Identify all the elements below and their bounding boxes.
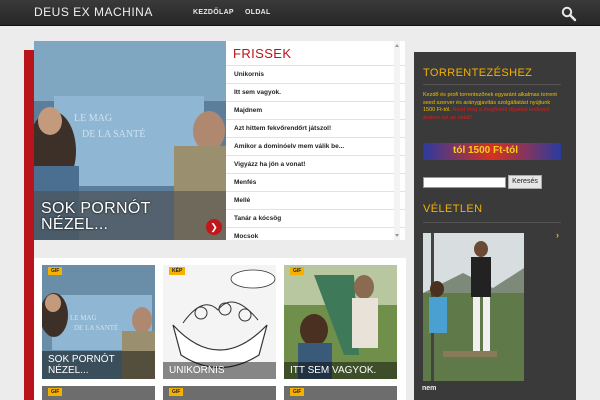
chevron-right-icon[interactable]: › [556, 230, 559, 240]
random-post-image[interactable] [423, 233, 524, 381]
card-badge: GIF [48, 267, 63, 275]
list-item[interactable]: Tanár a kócsög [226, 209, 405, 227]
list-item[interactable]: Menfés [226, 173, 405, 191]
search-input[interactable] [423, 177, 506, 188]
post-card[interactable]: GIF [42, 386, 155, 400]
post-card[interactable]: KÉP UNIKORNIS [163, 265, 276, 379]
search-button[interactable]: Keresés [508, 175, 542, 189]
svg-text:DE LA SANTÉ: DE LA SANTÉ [82, 128, 145, 140]
post-card[interactable]: GIF [163, 386, 276, 400]
random-caption[interactable]: nem [422, 385, 436, 392]
divider [423, 222, 561, 223]
nav-page[interactable]: OLDAL [245, 9, 271, 16]
list-item[interactable]: Mocsok [226, 227, 405, 240]
card-badge: GIF [48, 388, 63, 396]
list-item[interactable]: Mellé [226, 191, 405, 209]
torrent-widget-title: TORRENTEZÉSHEZ [423, 67, 533, 79]
accent-stripe [24, 50, 34, 400]
card-badge: KÉP [169, 267, 186, 275]
random-thumbnail [423, 233, 524, 381]
promo-text: Kezdő és profi torrentezőnek egyaránt al… [423, 92, 563, 122]
scroll-down-icon[interactable] [395, 234, 399, 237]
featured-next-button[interactable]: ❯ [206, 219, 222, 235]
card-badge: GIF [290, 267, 305, 275]
post-card[interactable]: LE MAG DE LA SANTÉ GIF SOK PORNÓT NÉZEL.… [42, 265, 155, 379]
latest-heading: FRISSEK [233, 46, 292, 61]
svg-text:LE MAG: LE MAG [70, 314, 97, 322]
nav-home[interactable]: KEZDŐLAP [193, 9, 234, 16]
random-widget-title: VÉLETLEN [423, 203, 483, 215]
card-caption[interactable]: SOK PORNÓT NÉZEL... [42, 351, 155, 379]
post-card[interactable]: GIF [284, 386, 397, 400]
list-item[interactable]: Unikornis [226, 65, 405, 83]
list-item[interactable]: Majdnem [226, 101, 405, 119]
promo-banner[interactable]: tól 1500 Ft-tól [423, 143, 561, 160]
featured-title[interactable]: SOK PORNÓT NÉZEL... [41, 201, 201, 233]
svg-text:DE LA SANTÉ: DE LA SANTÉ [74, 324, 118, 332]
site-title[interactable]: DEUS EX MACHINA [34, 5, 153, 19]
post-card[interactable]: GIF ITT SEM VAGYOK. [284, 265, 397, 379]
list-item[interactable]: Itt sem vagyok. [226, 83, 405, 101]
card-badge: GIF [169, 388, 184, 396]
top-bar: DEUS EX MACHINA KEZDŐLAP OLDAL [0, 0, 600, 26]
latest-scrollbar[interactable] [394, 41, 400, 240]
divider [423, 84, 561, 85]
list-item[interactable]: Azt hittem fekvőrendőrt játszol! [226, 119, 405, 137]
list-item[interactable]: Vigyázz ha jön a vonat! [226, 155, 405, 173]
latest-list: Unikornis Itt sem vagyok. Majdnem Azt hi… [226, 65, 405, 240]
post-grid: LE MAG DE LA SANTÉ GIF SOK PORNÓT NÉZEL.… [34, 258, 406, 400]
card-caption[interactable]: UNIKORNIS [163, 362, 276, 379]
banner-text: tól 1500 Ft-tól [453, 145, 519, 156]
search-icon[interactable] [561, 6, 577, 22]
scroll-up-icon[interactable] [395, 44, 399, 47]
card-badge: GIF [290, 388, 305, 396]
featured-post[interactable]: LE MAG DE LA SANTÉ SOK PORNÓT NÉZEL... ❯ [34, 41, 226, 240]
latest-panel: FRISSEK Unikornis Itt sem vagyok. Majdne… [226, 41, 405, 240]
card-caption[interactable]: ITT SEM VAGYOK. [284, 362, 397, 379]
list-item[interactable]: Amikor a dominóelv mem válik be... [226, 137, 405, 155]
svg-text:LE MAG: LE MAG [74, 113, 112, 124]
